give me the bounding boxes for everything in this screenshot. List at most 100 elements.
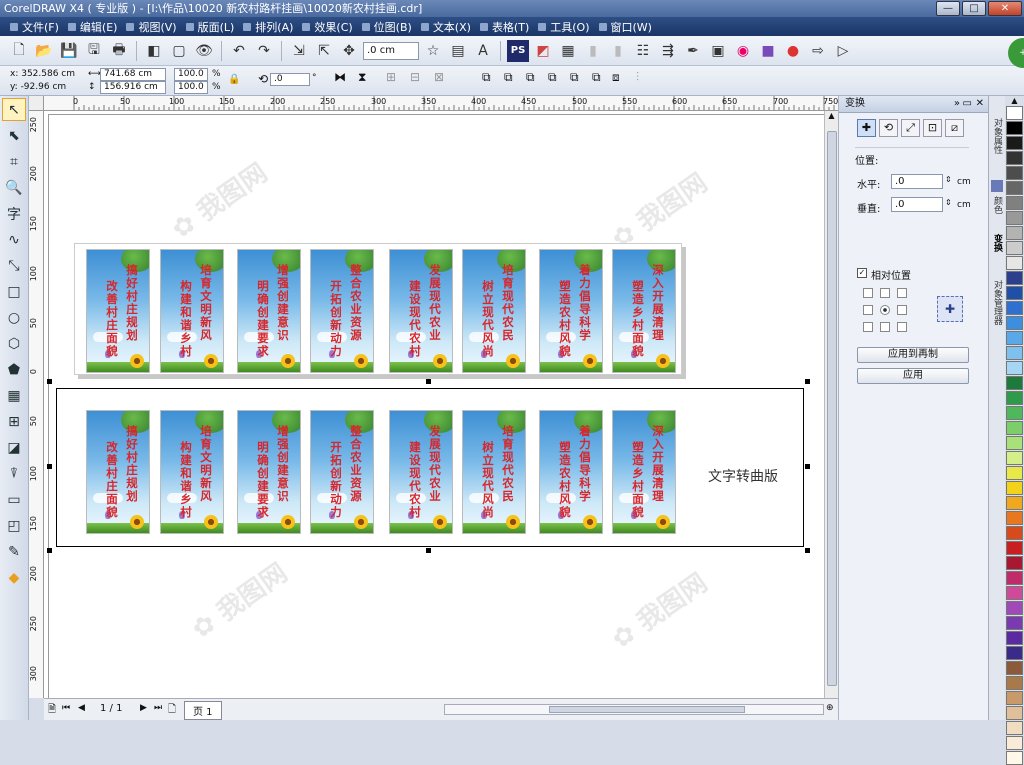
banner-panel[interactable]: 着力倡导科学 塑造农村风貌 [539, 410, 603, 534]
basic-shapes-icon[interactable]: ⬟ [2, 358, 26, 381]
align-icon[interactable]: ⇶ [657, 40, 679, 62]
pen-icon[interactable]: ✒ [682, 40, 704, 62]
color-swatch[interactable] [1006, 301, 1023, 315]
interactive-fill-icon[interactable]: ◆ [2, 566, 26, 589]
zoom-tool-icon[interactable]: 🔍 [2, 176, 26, 199]
script-icon[interactable]: ▤ [447, 40, 469, 62]
close-docker-icon[interactable]: ✕ [976, 96, 984, 112]
page-tab[interactable]: 页 1 [184, 701, 222, 720]
color-swatch[interactable] [1006, 526, 1023, 540]
docker-tab-transform[interactable]: 变换 [991, 234, 1004, 252]
scroll-up-icon[interactable]: ▲ [825, 111, 838, 120]
pick-tool-icon[interactable]: ↖ [2, 98, 26, 121]
eyedropper-tool-icon[interactable]: ✎ [2, 540, 26, 563]
color-docker-icon[interactable] [991, 180, 1003, 192]
rectangle-tool-icon[interactable]: □ [2, 280, 26, 303]
color-swatch[interactable] [1006, 256, 1023, 270]
page-view-icon[interactable]: ▢ [168, 40, 190, 62]
back-minus-front-icon[interactable]: ⧉ [592, 71, 601, 83]
skew-tab-icon[interactable]: ⧄ [945, 119, 964, 137]
banner-panel[interactable]: 深入开展清理 塑造乡村面貌 [612, 249, 676, 373]
color-swatch[interactable] [1006, 676, 1023, 690]
relative-position-checkbox[interactable]: ✓ [857, 268, 867, 278]
grid-tool-icon[interactable]: ⊞ [2, 410, 26, 433]
banner-panel[interactable]: 培育文明新风 构建和谐乡村 [160, 249, 224, 373]
photoshop-icon[interactable]: PS [507, 39, 529, 62]
selection-handle[interactable] [47, 548, 52, 553]
vertical-input[interactable]: .0 [891, 197, 943, 212]
color-swatch[interactable] [1006, 481, 1023, 495]
selection-handle[interactable] [805, 379, 810, 384]
vertical-scrollbar[interactable]: ▲ [824, 111, 838, 698]
play-icon[interactable]: ▷ [832, 40, 854, 62]
scale-x-field[interactable]: 100.0 [174, 68, 208, 81]
first-page-icon[interactable]: ⏮ [62, 703, 70, 713]
new-icon[interactable]: 🗋 [8, 40, 30, 62]
width-field[interactable]: 741.68 cm [100, 68, 166, 81]
menu-layout[interactable]: 版面(L) [184, 19, 242, 35]
banner-panel[interactable]: 着力倡导科学 塑造农村风貌 [539, 249, 603, 373]
banner-panel[interactable]: 搞好村庄规划 改善村庄面貌 [86, 249, 150, 373]
color-swatch[interactable] [1006, 181, 1023, 195]
print-icon[interactable]: 🖶 [108, 40, 130, 62]
anchor-checkbox[interactable] [863, 322, 873, 332]
menu-table[interactable]: 表格(T) [478, 19, 536, 35]
lock-icon[interactable]: 🔒 [228, 74, 240, 85]
anchor-checkbox[interactable] [897, 305, 907, 315]
banner-panel[interactable]: 整合农业资源 开拓创新动力 [310, 249, 374, 373]
color-swatch[interactable] [1006, 616, 1023, 630]
text-edit-icon[interactable]: A [472, 40, 494, 62]
anchor-checkbox[interactable] [880, 322, 890, 332]
color-swatch[interactable] [1006, 226, 1023, 240]
menu-window[interactable]: 窗口(W) [597, 19, 659, 35]
color-swatch[interactable] [1006, 706, 1023, 720]
banner-panel[interactable]: 发展现代农业 建设现代农村 [389, 410, 453, 534]
ungroup-icon[interactable]: ⊟ [410, 71, 420, 83]
zoom-icon[interactable]: ⊕ [826, 703, 834, 713]
selection-handle[interactable] [426, 379, 431, 384]
color-swatch[interactable] [1006, 241, 1023, 255]
apply-to-duplicate-button[interactable]: 应用到再制 [857, 347, 969, 363]
color-swatch[interactable] [1006, 571, 1023, 585]
color-swatch[interactable] [1006, 151, 1023, 165]
banner-panel[interactable]: 增强创建意识 明确创建要求 [237, 249, 301, 373]
polygon-tool-icon[interactable]: ⬡ [2, 332, 26, 355]
color-swatch[interactable] [1006, 586, 1023, 600]
blend-tool-icon[interactable]: ◪ [2, 436, 26, 459]
color-mode-icon[interactable]: ◩ [532, 40, 554, 62]
shape-tool-icon[interactable]: ⬉ [2, 124, 26, 147]
color-swatch[interactable] [1006, 361, 1023, 375]
transparency-tool-icon[interactable]: ⍒ [2, 462, 26, 485]
color-swatch[interactable] [1006, 736, 1023, 750]
boundary-icon[interactable]: ⧈ [612, 71, 620, 83]
menu-file[interactable]: 文件(F) [8, 19, 66, 35]
save-icon[interactable]: 💾 [58, 40, 80, 62]
weld-icon[interactable]: ⧉ [482, 71, 491, 83]
selection-handle[interactable] [47, 464, 52, 469]
color-balls-icon[interactable]: ● [782, 40, 804, 62]
color-swatch[interactable] [1006, 391, 1023, 405]
apply-button[interactable]: 应用 [857, 368, 969, 384]
color-swatch[interactable] [1006, 421, 1023, 435]
anchor-checkbox[interactable] [863, 288, 873, 298]
vertical-spinner[interactable]: ⇕ [945, 198, 952, 207]
color-swatch[interactable] [1006, 661, 1023, 675]
color-swatch[interactable] [1006, 436, 1023, 450]
color-swatch[interactable] [1006, 286, 1023, 300]
height-field[interactable]: 156.916 cm [100, 81, 166, 94]
export-icon[interactable]: ⇱ [313, 40, 335, 62]
horizontal-spinner[interactable]: ⇕ [945, 175, 952, 184]
outline-tool-icon[interactable]: ▭ [2, 488, 26, 511]
anchor-checkbox-selected[interactable] [880, 305, 890, 315]
smart-fill-icon[interactable]: ⤡ [2, 254, 26, 277]
color-swatch[interactable] [1006, 136, 1023, 150]
palette-scroll-up-icon[interactable]: ▲ [1005, 96, 1024, 106]
y-position[interactable]: y: -92.96 cm [10, 82, 66, 93]
angle-field[interactable]: .0 [270, 73, 310, 86]
simplify-icon[interactable]: ⧉ [548, 71, 557, 83]
banner-panel[interactable]: 整合农业资源 开拓创新动力 [310, 410, 374, 534]
send-icon[interactable]: ⇨ [807, 40, 829, 62]
close-button[interactable]: ✕ [988, 1, 1022, 16]
color-swatch[interactable] [1006, 196, 1023, 210]
fill-tool-icon[interactable]: ◰ [2, 514, 26, 537]
